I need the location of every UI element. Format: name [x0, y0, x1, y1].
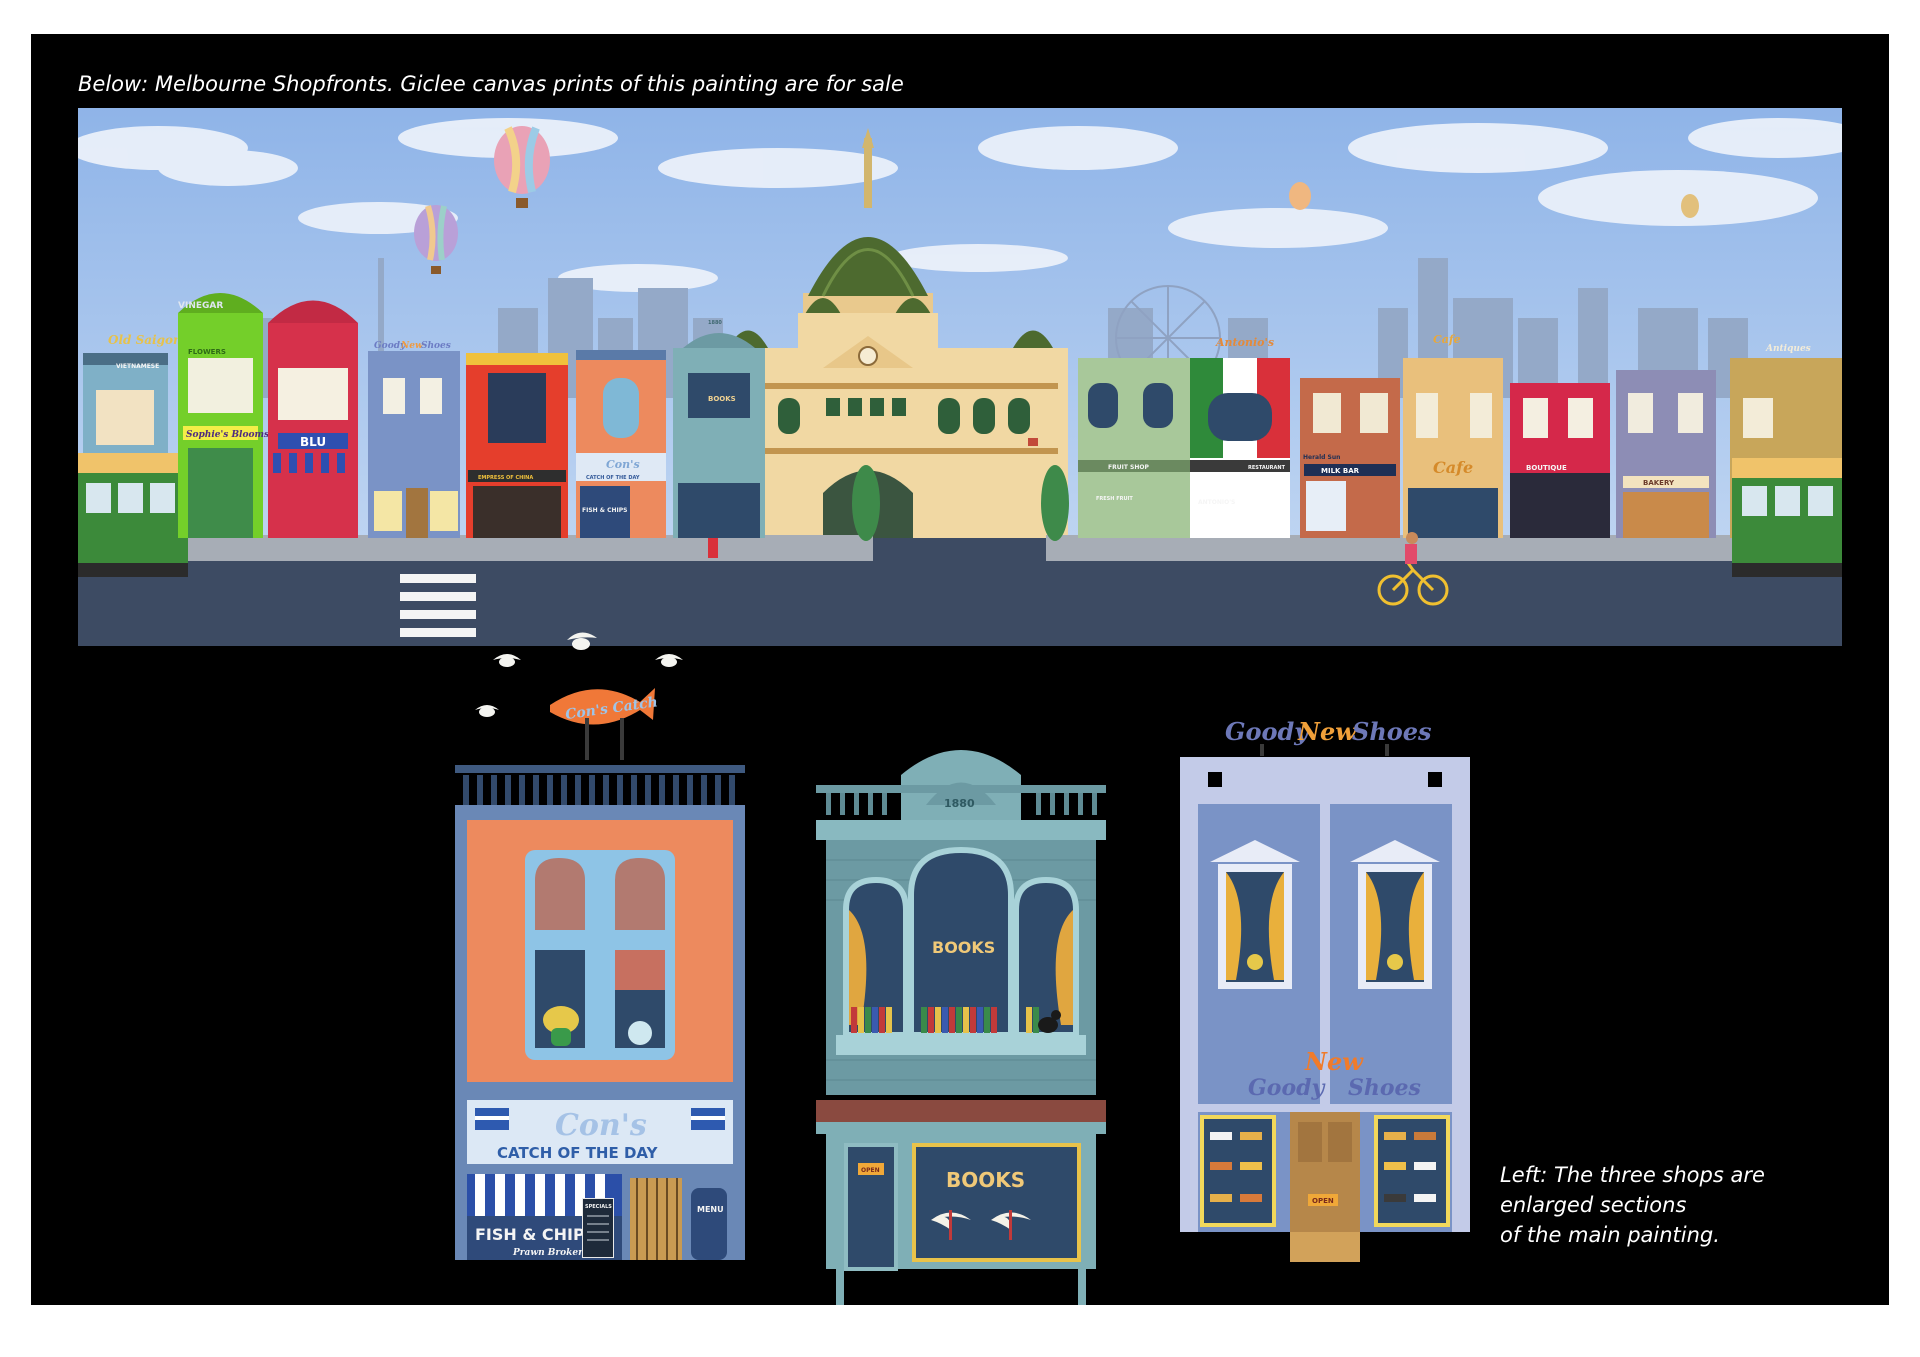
- sign-boutique: BOUTIQUE: [1526, 464, 1567, 472]
- shop-books-small: [673, 333, 765, 538]
- sign-cafe-top: Cafe: [1433, 333, 1461, 346]
- shop-books-svg: 1880 BOOKS OPEN BOOKS: [816, 750, 1106, 1305]
- hydrant: [708, 538, 718, 558]
- specials-text: SPECIALS: [585, 1204, 612, 1210]
- prawn-broker-text: Prawn Broker: [512, 1248, 584, 1258]
- shop-flowers: [178, 293, 263, 538]
- sign-new: New: [1304, 1047, 1364, 1076]
- top-sign-shoes: Shoes: [1352, 717, 1432, 746]
- sign-empress: EMPRESS OF CHINA: [478, 475, 533, 481]
- books-upper-sign: BOOKS: [932, 938, 995, 957]
- door-panel: [1328, 1122, 1352, 1162]
- post-right: [1078, 1269, 1086, 1305]
- door-open-text: OPEN: [861, 1167, 880, 1174]
- top-sign-new: New: [1297, 717, 1357, 746]
- post-left: [836, 1269, 844, 1305]
- sign-blu: BLU: [300, 435, 326, 449]
- sign-shoes-small: Shoes: [421, 341, 451, 351]
- shop-cafe-blu: [268, 300, 358, 538]
- sign-antiques: Antiques: [1765, 344, 1811, 354]
- sign-catch-small: CATCH OF THE DAY: [586, 475, 640, 481]
- panorama-painting: Old Saigon VIETNAMESE FLOWERS Sophie's B…: [78, 108, 1842, 646]
- sign-new-small: New: [400, 341, 423, 351]
- sign-bakery: BAKERY: [1643, 479, 1675, 487]
- tram-left: [78, 453, 188, 577]
- arched-window: [525, 850, 675, 1060]
- shop-bakery: [1616, 370, 1716, 538]
- parapet-notch-right: [1428, 772, 1442, 787]
- shop-goody-svg: Goody New Shoes New Goody Shoes OPEN: [1180, 717, 1470, 1262]
- shop-goody-new-shoes-small: [368, 351, 460, 538]
- fish-chips-text: FISH & CHIPS: [475, 1225, 596, 1244]
- balustrade-posts: [463, 775, 735, 805]
- verandah-frieze: [816, 1122, 1106, 1134]
- parapet-notch-left: [1208, 772, 1222, 787]
- shop-books-enlarged: 1880 BOOKS OPEN BOOKS: [816, 735, 1106, 1305]
- panorama-svg: Old Saigon VIETNAMESE FLOWERS Sophie's B…: [78, 108, 1842, 646]
- sign-year-small: 1880: [708, 320, 722, 326]
- sign-cafe: Cafe: [1433, 458, 1473, 477]
- sign-shoes: Shoes: [1348, 1075, 1421, 1101]
- sign-sophies: Sophie's Blooms: [186, 430, 269, 440]
- sign-restaurant: RESTAURANT: [1248, 465, 1286, 471]
- caption-side-line: of the main painting.: [1500, 1223, 1720, 1247]
- shop-window: [912, 1143, 1081, 1262]
- sign-goody: Goody: [1248, 1075, 1327, 1101]
- menu-text: MENU: [697, 1205, 724, 1214]
- shop-antonios: [1190, 358, 1290, 538]
- caption-top: Below: Melbourne Shopfronts. Giclee canv…: [78, 72, 904, 96]
- balustrade-top: [816, 785, 1106, 793]
- sign-fresh-fruit: FRESH FRUIT: [1096, 496, 1133, 502]
- sign-cons-small: Con's: [606, 458, 640, 471]
- sign-vinegar: VINEGAR: [178, 301, 223, 311]
- sign-fruit-shop: FRUIT SHOP: [1108, 464, 1149, 471]
- shop-goody-new-shoes-enlarged: Goody New Shoes New Goody Shoes OPEN: [1180, 712, 1470, 1282]
- footpath-left: [78, 535, 873, 561]
- sign-vietnamese: VIETNAMESE: [116, 363, 159, 370]
- sign-milk-bar: MILK BAR: [1321, 467, 1360, 475]
- specials-svg: SPECIALS: [582, 1198, 614, 1258]
- specials-board: SPECIALS: [582, 1198, 614, 1258]
- door-panel: [1298, 1122, 1322, 1162]
- shop-cons-enlarged: Con's Catch Con's CATCH OF THE DAY FISH …: [455, 630, 745, 1260]
- tram-right: [1732, 458, 1842, 577]
- caption-side-line: Left: The three shops are: [1500, 1163, 1765, 1187]
- shop-cons-svg: Con's Catch Con's CATCH OF THE DAY FISH …: [455, 632, 745, 1260]
- shop-fruit: [1078, 358, 1190, 538]
- sign-fish-chips-small: FISH & CHIPS: [582, 507, 627, 514]
- year-1880: 1880: [944, 797, 975, 810]
- sign-flowers: FLOWERS: [188, 348, 226, 356]
- parapet: [1180, 757, 1470, 787]
- books-window-sign: BOOKS: [946, 1168, 1025, 1192]
- footpath-right: [1046, 535, 1842, 561]
- shop-empress-of-china: [466, 353, 568, 538]
- sign-post-right: [1385, 744, 1389, 756]
- sign-post-left: [1260, 744, 1264, 756]
- banner-catch-of-the-day: CATCH OF THE DAY: [497, 1144, 659, 1162]
- verandah-beam: [816, 1100, 1106, 1122]
- caption-side: Left: The three shops are enlarged secti…: [1500, 1160, 1765, 1250]
- sign-antonios: Antonio's: [1215, 336, 1274, 349]
- door-open-text: OPEN: [1312, 1197, 1334, 1205]
- sign-antonios-caps: ANTONIO'S: [1198, 499, 1235, 506]
- sign-herald-sun: Herald Sun: [1303, 454, 1340, 461]
- menu-board: [691, 1188, 727, 1260]
- doormat: [1290, 1232, 1360, 1262]
- sign-cons-large: Con's: [555, 1108, 647, 1143]
- cornice: [816, 820, 1106, 840]
- shop-boutique: [1510, 383, 1610, 538]
- balustrade-top: [455, 765, 745, 773]
- sign-old-saigon: Old Saigon: [108, 333, 182, 347]
- caption-side-line: enlarged sections: [1500, 1193, 1687, 1217]
- shop-cafe: [1403, 358, 1503, 538]
- sign-books-small: BOOKS: [708, 395, 736, 403]
